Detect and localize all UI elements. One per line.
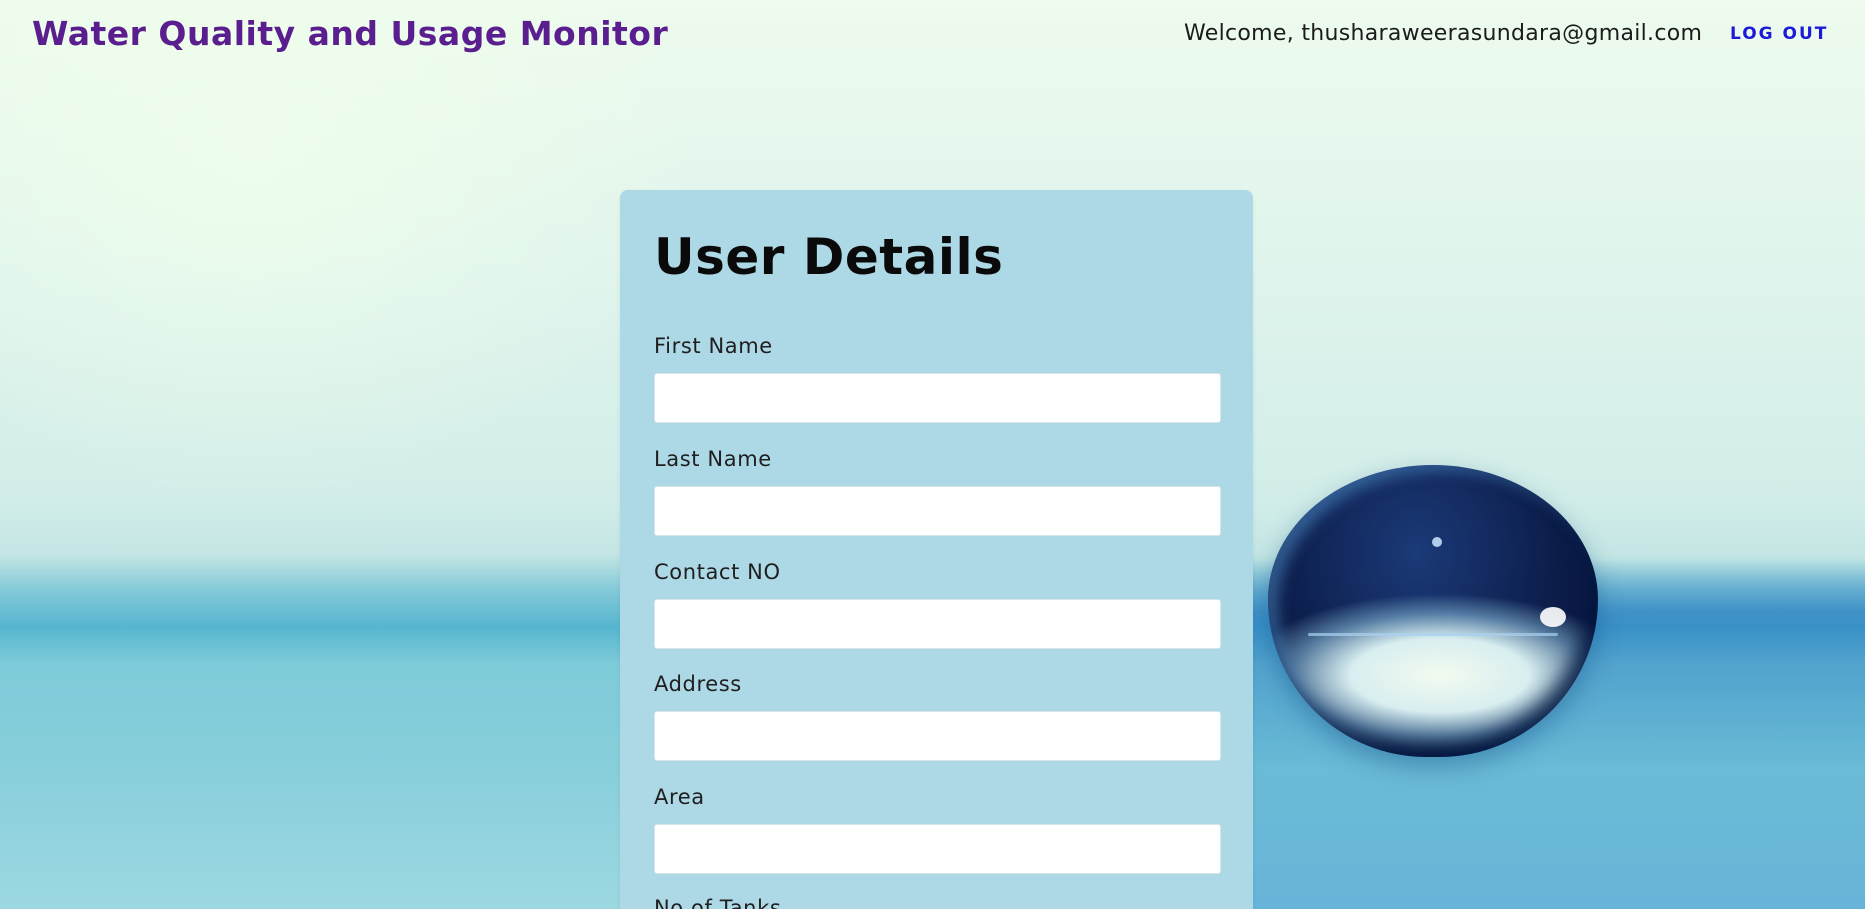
water-droplet-image bbox=[1268, 465, 1598, 757]
first-name-input[interactable] bbox=[654, 373, 1221, 423]
no-of-tanks-label: No of Tanks bbox=[654, 896, 782, 909]
last-name-input[interactable] bbox=[654, 486, 1221, 536]
top-header: Water Quality and Usage Monitor Welcome,… bbox=[0, 0, 1865, 68]
welcome-message: Welcome, thusharaweerasundara@gmail.com bbox=[1184, 21, 1703, 46]
user-details-card: User Details First Name Last Name Contac… bbox=[620, 190, 1253, 909]
address-label: Address bbox=[654, 672, 742, 696]
last-name-label: Last Name bbox=[654, 447, 772, 471]
contact-no-label: Contact NO bbox=[654, 560, 781, 584]
page: Water Quality and Usage Monitor Welcome,… bbox=[0, 0, 1865, 909]
area-input[interactable] bbox=[654, 824, 1221, 874]
droplet-highlight-small bbox=[1432, 537, 1442, 547]
droplet-waterline bbox=[1308, 633, 1558, 636]
logout-button[interactable]: LOG OUT bbox=[1730, 24, 1828, 44]
droplet-highlight bbox=[1540, 607, 1566, 627]
background-glow bbox=[0, 0, 700, 500]
form-title: User Details bbox=[654, 228, 1004, 286]
area-label: Area bbox=[654, 785, 705, 809]
contact-no-input[interactable] bbox=[654, 599, 1221, 649]
address-input[interactable] bbox=[654, 711, 1221, 761]
app-title: Water Quality and Usage Monitor bbox=[32, 14, 669, 53]
first-name-label: First Name bbox=[654, 334, 773, 358]
